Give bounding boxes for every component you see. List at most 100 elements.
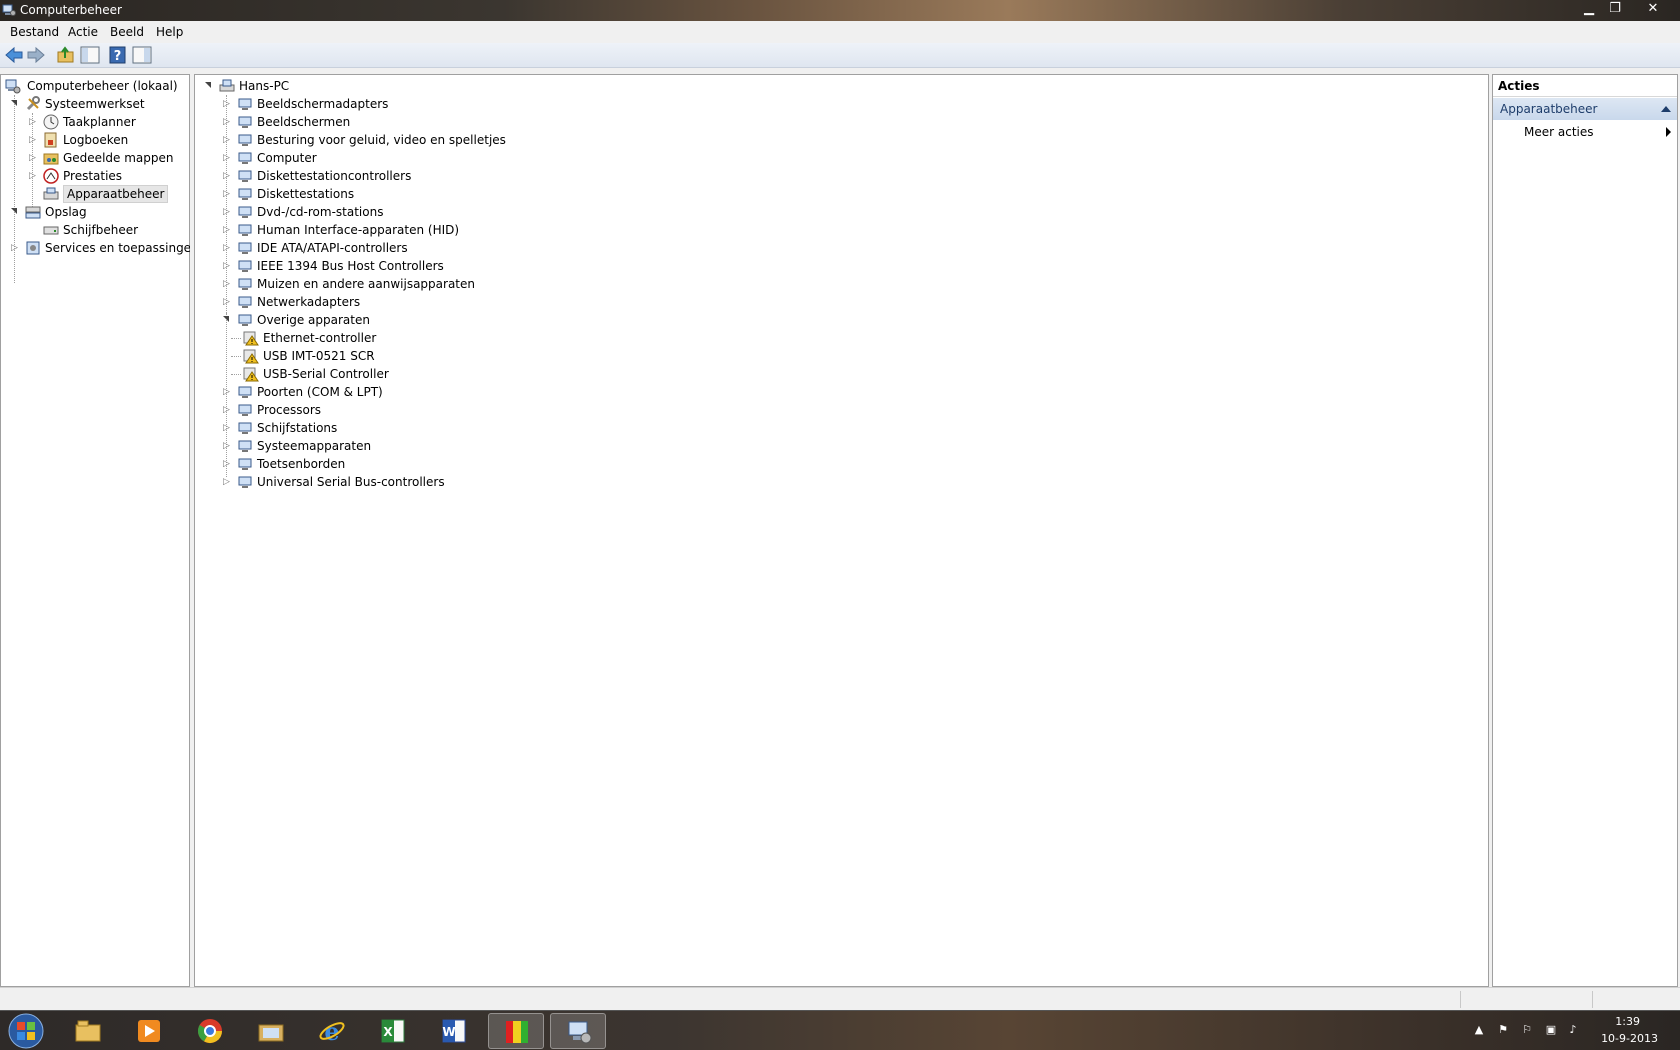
explorer-icon: [75, 1020, 101, 1042]
expand-triangle-icon[interactable]: ▷: [223, 293, 230, 311]
more-actions-item[interactable]: Meer acties: [1493, 121, 1677, 143]
tree-item-services[interactable]: ▷ Services en toepassingen: [11, 239, 199, 257]
tree-item-prestaties[interactable]: ▷ Prestaties: [29, 167, 189, 185]
up-folder-icon[interactable]: [56, 46, 76, 64]
device-category-universal-serial-bus-controllers[interactable]: ▷ Universal Serial Bus-controllers: [223, 473, 643, 491]
forward-arrow-icon[interactable]: [26, 46, 46, 64]
menu-beeld[interactable]: Beeld: [110, 25, 144, 39]
expand-triangle-icon[interactable]: ▷: [223, 437, 230, 455]
back-arrow-icon[interactable]: [4, 46, 24, 64]
tools-icon: [26, 96, 40, 111]
expand-triangle-icon[interactable]: ▷: [223, 113, 230, 131]
minimize-button[interactable]: ▁: [1576, 0, 1602, 18]
tree-label: Logboeken: [63, 133, 129, 147]
word-icon: W: [442, 1019, 466, 1043]
console-tree-toggle-icon[interactable]: [80, 46, 100, 64]
clock-date[interactable]: 10-9-2013: [1601, 1032, 1658, 1045]
expand-triangle-icon[interactable]: ▷: [223, 383, 230, 401]
device-category-beeldschermadapters[interactable]: ▷ Beeldschermadapters: [223, 95, 643, 113]
device-category-beeldschermen[interactable]: ▷ Beeldschermen: [223, 113, 643, 131]
expand-triangle-icon[interactable]: ▷: [223, 257, 230, 275]
device-item-usb-serial-controller[interactable]: USB-Serial Controller: [231, 365, 541, 383]
device-category-ide-ata-atapi-controllers[interactable]: ▷ IDE ATA/ATAPI-controllers: [223, 239, 643, 257]
device-category-overige-apparaten[interactable]: Overige apparaten: [223, 311, 643, 329]
menu-actie[interactable]: Actie: [68, 25, 98, 39]
expand-triangle-icon[interactable]: ▷: [223, 185, 230, 203]
tree-item-systeemwerkset[interactable]: Systeemwerkset: [11, 95, 189, 113]
expand-triangle-icon[interactable]: ▷: [223, 167, 230, 185]
taskbar-colorbars-app[interactable]: [488, 1013, 544, 1049]
network-icon[interactable]: ▣: [1544, 1023, 1558, 1037]
device-category-computer[interactable]: ▷ Computer: [223, 149, 643, 167]
collapse-triangle-icon[interactable]: [11, 100, 17, 106]
device-item-usb-imt-0521-scr[interactable]: USB IMT-0521 SCR: [231, 347, 541, 365]
device-category-diskettestationcontrollers[interactable]: ▷ Diskettestationcontrollers: [223, 167, 643, 185]
expand-triangle-icon[interactable]: ▷: [223, 275, 230, 293]
device-item-ethernet-controller[interactable]: Ethernet-controller: [231, 329, 541, 347]
device-tree-root[interactable]: Hans-PC: [205, 77, 605, 95]
device-category-dvd-cd-rom-stations[interactable]: ▷ Dvd-/cd-rom-stations: [223, 203, 643, 221]
device-category-diskettestations[interactable]: ▷ Diskettestations: [223, 185, 643, 203]
menu-bestand[interactable]: Bestand: [10, 25, 59, 39]
tree-item-schijfbeheer[interactable]: Schijfbeheer: [29, 221, 189, 239]
taskbar-internet-explorer[interactable]: e: [304, 1013, 360, 1049]
device-category-netwerkadapters[interactable]: ▷ Netwerkadapters: [223, 293, 643, 311]
device-category-toetsenborden[interactable]: ▷ Toetsenborden: [223, 455, 643, 473]
expand-triangle-icon[interactable]: ▷: [223, 239, 230, 257]
expand-triangle-icon[interactable]: ▷: [29, 167, 36, 185]
actions-section-apparaatbeheer[interactable]: Apparaatbeheer: [1493, 98, 1677, 120]
expand-triangle-icon[interactable]: ▷: [223, 455, 230, 473]
collapse-triangle-icon[interactable]: [223, 316, 229, 322]
expand-triangle-icon[interactable]: ▷: [11, 239, 18, 257]
device-category-muizen-en-andere-aanwijsapparaten[interactable]: ▷ Muizen en andere aanwijsapparaten: [223, 275, 643, 293]
device-category-schijfstations[interactable]: ▷ Schijfstations: [223, 419, 643, 437]
expand-triangle-icon[interactable]: ▷: [29, 149, 36, 167]
tree-label: Schijfbeheer: [63, 223, 139, 237]
tree-item-gedeelde-mappen[interactable]: ▷ Gedeelde mappen: [29, 149, 189, 167]
tree-item-computerbeheer[interactable]: Computerbeheer (lokaal): [5, 77, 189, 95]
expand-triangle-icon[interactable]: ▷: [223, 95, 230, 113]
taskbar-explorer[interactable]: [60, 1013, 116, 1049]
help-icon[interactable]: ?: [108, 46, 128, 64]
taskbar-folder[interactable]: [243, 1013, 299, 1049]
clock-time[interactable]: 1:39: [1615, 1015, 1640, 1028]
expand-triangle-icon[interactable]: ▷: [29, 131, 36, 149]
taskbar-chrome[interactable]: [182, 1013, 238, 1049]
device-category-human-interface-apparaten-hid[interactable]: ▷ Human Interface-apparaten (HID): [223, 221, 643, 239]
device-category-besturing-voor-geluid-video-en-spelletjes[interactable]: ▷ Besturing voor geluid, video en spellet…: [223, 131, 643, 149]
expand-triangle-icon[interactable]: ▷: [223, 221, 230, 239]
collapse-arrow-icon[interactable]: [1661, 106, 1671, 112]
network-alert-icon[interactable]: ⚑: [1496, 1023, 1510, 1037]
expand-triangle-icon[interactable]: ▷: [223, 473, 230, 491]
close-button[interactable]: ✕: [1640, 0, 1666, 18]
menu-bar: Bestand Actie Beeld Help: [0, 21, 1680, 43]
expand-triangle-icon[interactable]: ▷: [223, 149, 230, 167]
tree-item-logboeken[interactable]: ▷ Logboeken: [29, 131, 189, 149]
expand-triangle-icon[interactable]: ▷: [223, 419, 230, 437]
tree-item-opslag[interactable]: Opslag: [11, 203, 189, 221]
device-category-poorten-com-lpt[interactable]: ▷ Poorten (COM & LPT): [223, 383, 643, 401]
tree-item-apparaatbeheer[interactable]: Apparaatbeheer: [29, 185, 189, 203]
device-category-ieee-1394-bus-host-controllers[interactable]: ▷ IEEE 1394 Bus Host Controllers: [223, 257, 643, 275]
taskbar-media-player[interactable]: [121, 1013, 177, 1049]
start-button-icon[interactable]: [4, 1012, 48, 1050]
volume-icon[interactable]: ♪: [1566, 1023, 1580, 1037]
tree-item-taakplanner[interactable]: ▷ Taakplanner: [29, 113, 189, 131]
restore-button[interactable]: ❐: [1602, 0, 1628, 18]
taskbar-computer-management[interactable]: [550, 1013, 606, 1049]
collapse-triangle-icon[interactable]: [11, 208, 17, 214]
expand-triangle-icon[interactable]: ▷: [223, 203, 230, 221]
warning-device-icon: [243, 349, 259, 364]
expand-triangle-icon[interactable]: ▷: [223, 131, 230, 149]
taskbar-word[interactable]: W: [426, 1013, 482, 1049]
expand-triangle-icon[interactable]: ▷: [29, 113, 36, 131]
device-category-systeemapparaten[interactable]: ▷ Systeemapparaten: [223, 437, 643, 455]
taskbar-excel[interactable]: X: [365, 1013, 421, 1049]
action-pane-toggle-icon[interactable]: [132, 46, 152, 64]
expand-triangle-icon[interactable]: ▷: [223, 401, 230, 419]
show-hidden-icons-icon[interactable]: ▲: [1472, 1023, 1486, 1037]
action-center-flag-icon[interactable]: ⚐: [1520, 1023, 1534, 1037]
collapse-triangle-icon[interactable]: [205, 82, 211, 88]
menu-help[interactable]: Help: [156, 25, 183, 39]
device-category-processors[interactable]: ▷ Processors: [223, 401, 643, 419]
